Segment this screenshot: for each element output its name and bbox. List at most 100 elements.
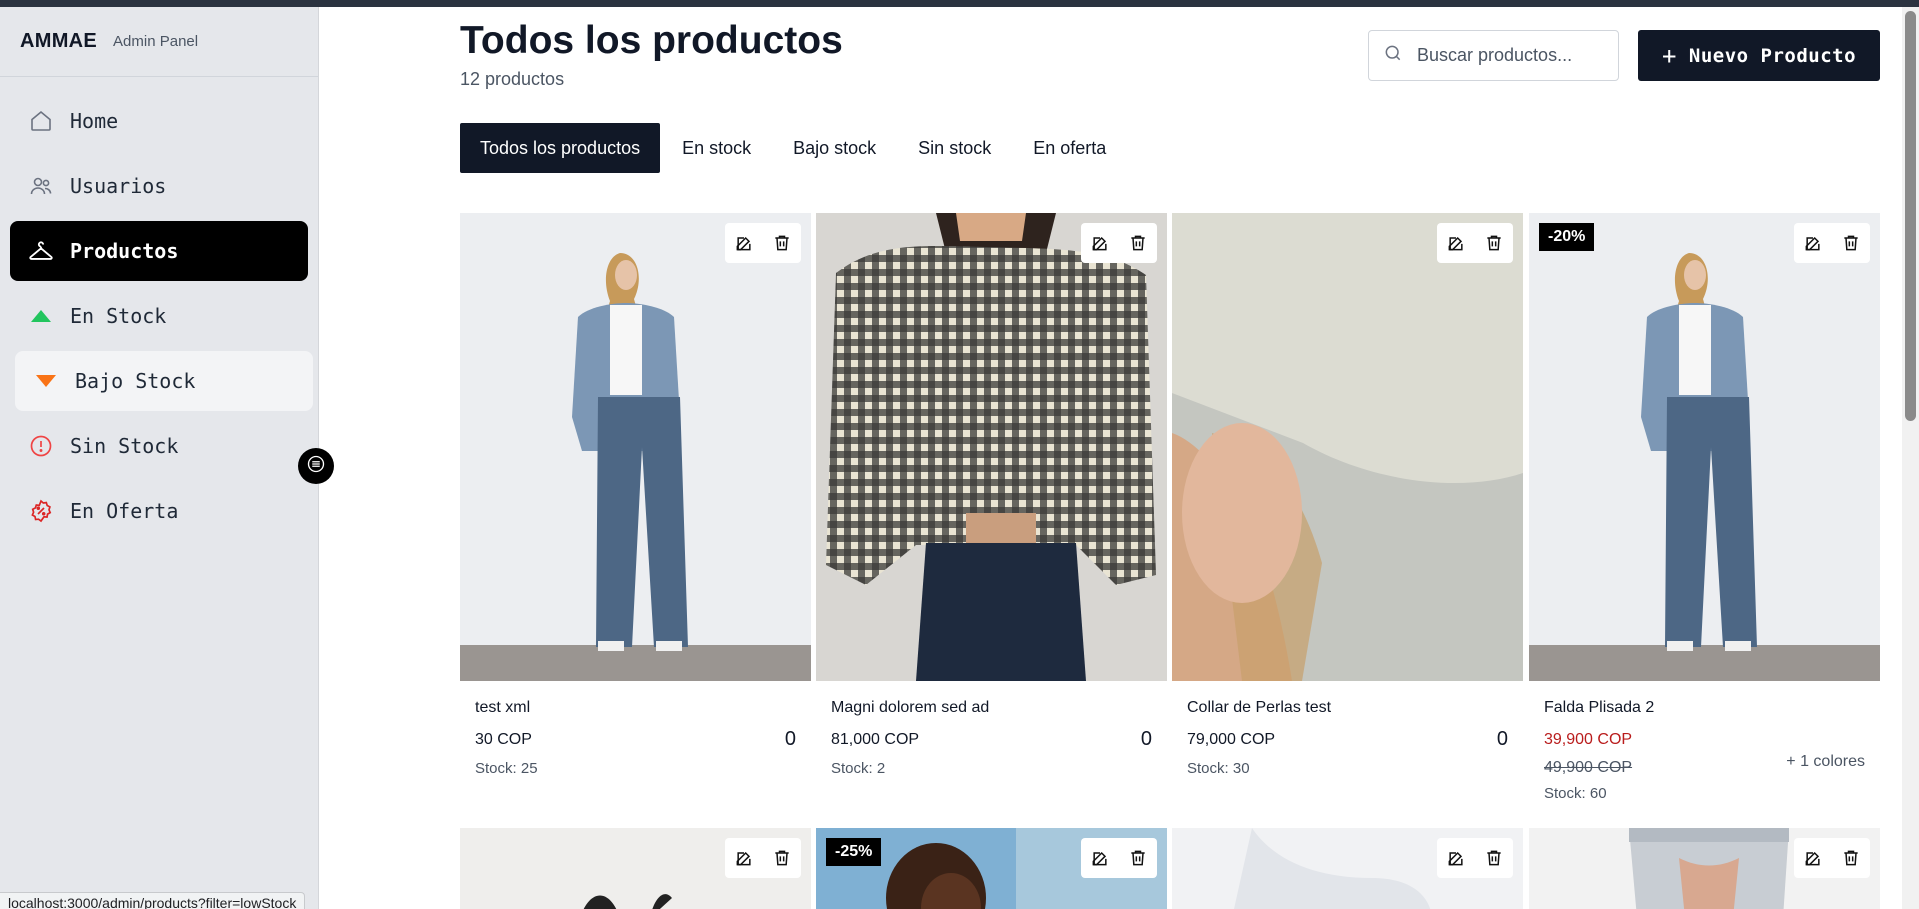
- product-price: 30 COP: [475, 731, 532, 748]
- card-actions: [725, 223, 801, 263]
- product-price: 81,000 COP: [831, 731, 920, 748]
- trash-icon[interactable]: [1124, 229, 1152, 257]
- tab-sin-stock[interactable]: Sin stock: [898, 123, 1011, 173]
- sidebar-item-usuarios[interactable]: Usuarios: [10, 156, 308, 216]
- product-card[interactable]: [460, 828, 811, 909]
- sidebar-item-label: En Oferta: [70, 499, 179, 523]
- discount-badge: -25%: [826, 838, 882, 866]
- product-card[interactable]: [1529, 828, 1880, 909]
- card-actions: [1081, 223, 1157, 263]
- trash-icon[interactable]: [1837, 229, 1865, 257]
- product-name: Falda Plisada 2: [1544, 699, 1655, 716]
- edit-icon[interactable]: [1799, 229, 1827, 257]
- product-image[interactable]: [1529, 213, 1880, 681]
- discount-badge: -20%: [1539, 223, 1595, 251]
- hanger-icon: [28, 238, 54, 264]
- trash-icon[interactable]: [1480, 844, 1508, 872]
- sidebar-toggle-button[interactable]: [298, 448, 334, 484]
- edit-icon[interactable]: [730, 844, 758, 872]
- edit-icon[interactable]: [1086, 229, 1114, 257]
- triangle-down-icon: [33, 368, 59, 394]
- product-image[interactable]: [460, 213, 811, 681]
- product-quantity: 0: [1496, 728, 1508, 750]
- product-name: Magni dolorem sed ad: [831, 699, 990, 716]
- product-card[interactable]: test xml 30 COP 0 Stock: 25: [460, 213, 811, 816]
- card-actions: [1081, 838, 1157, 878]
- product-info: Collar de Perlas test 79,000 COP 0 Stock…: [1172, 681, 1523, 816]
- sidebar-item-en-oferta[interactable]: En Oferta: [10, 481, 308, 541]
- product-name: Collar de Perlas test: [1187, 699, 1332, 716]
- search-box[interactable]: [1368, 30, 1619, 81]
- page-scrollbar[interactable]: [1902, 7, 1919, 909]
- trash-icon[interactable]: [768, 229, 796, 257]
- product-info: Magni dolorem sed ad 81,000 COP 0 Stock:…: [816, 681, 1167, 816]
- main-content: Todos los productos 12 productos + Nuevo…: [460, 7, 1880, 909]
- sidebar-item-label: Home: [70, 109, 119, 133]
- edit-icon[interactable]: [1799, 844, 1827, 872]
- sidebar-item-home[interactable]: Home: [10, 91, 308, 151]
- tab-bajo-stock[interactable]: Bajo stock: [773, 123, 896, 173]
- product-stock: Stock: 60: [1544, 785, 1607, 802]
- brand-name: AMMAE: [20, 30, 98, 52]
- product-stock: Stock: 2: [831, 760, 886, 777]
- sidebar: AMMAE Admin Panel Home Usuarios Producto…: [0, 7, 319, 909]
- search-input[interactable]: [1417, 45, 1597, 66]
- tab-en-oferta[interactable]: En oferta: [1013, 123, 1126, 173]
- product-stock: Stock: 30: [1187, 760, 1250, 777]
- edit-icon[interactable]: [730, 229, 758, 257]
- product-card[interactable]: -25%: [816, 828, 1167, 909]
- sidebar-item-productos[interactable]: Productos: [10, 221, 308, 281]
- browser-top-bar: [0, 0, 1919, 7]
- home-icon: [28, 108, 54, 134]
- product-image[interactable]: [1172, 213, 1523, 681]
- brand: AMMAE Admin Panel: [0, 7, 318, 77]
- filter-tabs: Todos los productos En stock Bajo stock …: [460, 123, 1128, 173]
- product-card[interactable]: [1172, 828, 1523, 909]
- product-card[interactable]: Collar de Perlas test 79,000 COP 0 Stock…: [1172, 213, 1523, 816]
- product-quantity: 0: [784, 728, 796, 750]
- card-actions: [725, 838, 801, 878]
- sidebar-item-label: Bajo Stock: [75, 369, 196, 393]
- trash-icon[interactable]: [1480, 229, 1508, 257]
- discount-badge-icon: [28, 498, 54, 524]
- tab-todos[interactable]: Todos los productos: [460, 123, 661, 173]
- users-icon: [28, 173, 54, 199]
- page-title: Todos los productos: [460, 19, 843, 62]
- plus-icon: +: [1661, 41, 1677, 70]
- card-actions: [1794, 838, 1870, 878]
- edit-icon[interactable]: [1442, 229, 1470, 257]
- trash-icon[interactable]: [768, 844, 796, 872]
- sidebar-item-bajo-stock[interactable]: Bajo Stock: [15, 351, 313, 411]
- triangle-up-icon: [28, 303, 54, 329]
- sidebar-nav: Home Usuarios Productos En Stock Bajo St…: [0, 77, 318, 541]
- product-info: test xml 30 COP 0 Stock: 25: [460, 681, 811, 816]
- product-image[interactable]: [816, 213, 1167, 681]
- product-quantity: 0: [1140, 728, 1152, 750]
- product-stock: Stock: 25: [475, 760, 538, 777]
- brand-subtitle: Admin Panel: [113, 33, 199, 50]
- sidebar-item-label: En Stock: [70, 304, 167, 328]
- trash-icon[interactable]: [1837, 844, 1865, 872]
- product-count: 12 productos: [460, 69, 565, 89]
- search-icon: [1383, 43, 1403, 68]
- product-price: 79,000 COP: [1187, 731, 1276, 748]
- edit-icon[interactable]: [1086, 844, 1114, 872]
- sidebar-item-sin-stock[interactable]: Sin Stock: [10, 416, 308, 476]
- tab-en-stock[interactable]: En stock: [662, 123, 771, 173]
- link-status-bar: localhost:3000/admin/products?filter=low…: [0, 892, 306, 909]
- new-product-label: Nuevo Producto: [1688, 44, 1857, 67]
- sidebar-item-en-stock[interactable]: En Stock: [10, 286, 308, 346]
- scrollbar-thumb[interactable]: [1905, 11, 1916, 421]
- product-card[interactable]: Magni dolorem sed ad 81,000 COP 0 Stock:…: [816, 213, 1167, 816]
- new-product-button[interactable]: + Nuevo Producto: [1638, 30, 1880, 81]
- product-name: test xml: [475, 699, 531, 716]
- sidebar-item-label: Usuarios: [70, 174, 167, 198]
- edit-icon[interactable]: [1442, 844, 1470, 872]
- trash-icon[interactable]: [1124, 844, 1152, 872]
- product-card[interactable]: -20% Falda Plisada 2 39,900 COP 49,900 C…: [1529, 213, 1880, 816]
- alert-circle-icon: [28, 433, 54, 459]
- product-info: Falda Plisada 2 39,900 COP 49,900 COP + …: [1529, 681, 1880, 816]
- product-sale-price: 39,900 COP: [1544, 731, 1633, 748]
- sidebar-item-label: Sin Stock: [70, 434, 179, 458]
- card-actions: [1437, 223, 1513, 263]
